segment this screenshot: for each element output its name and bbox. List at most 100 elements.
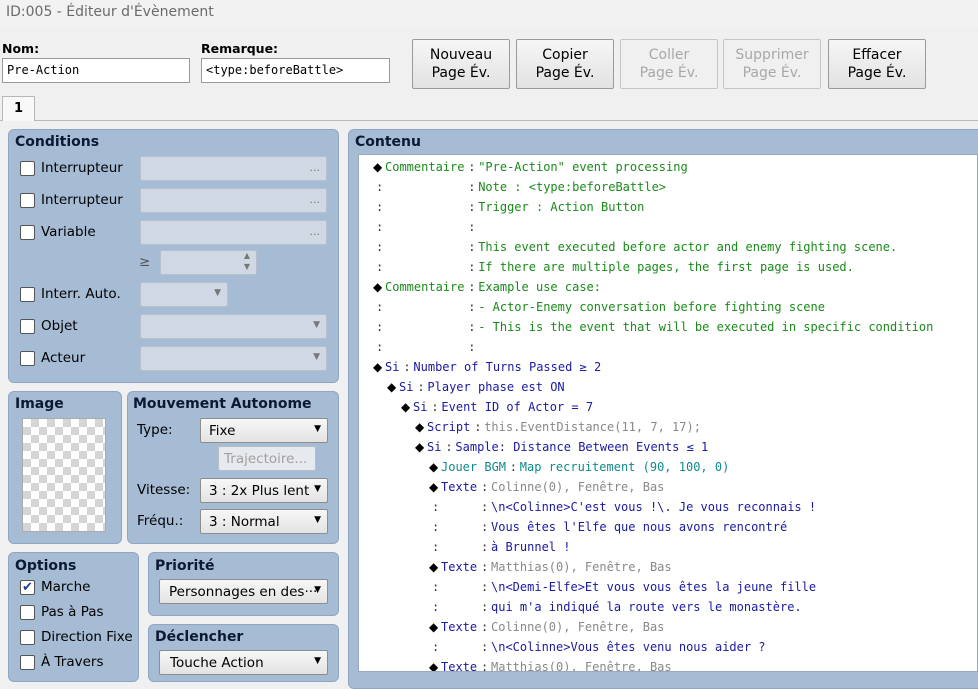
command-name: Texte xyxy=(441,480,478,494)
speed-select[interactable]: 3 : 2x Plus lent ▼ xyxy=(200,478,328,503)
switch1-label: Interrupteur xyxy=(41,160,123,176)
separator: : xyxy=(468,240,476,254)
continuation-marker: : xyxy=(432,520,440,534)
event-command-list[interactable]: ◆ Commentaire: "Pre-Action" event processi… xyxy=(358,154,978,672)
name-input[interactable]: Pre-Action xyxy=(2,58,190,83)
priority-select[interactable]: Personnages en des··· ▼ xyxy=(159,579,328,604)
switch1-checkbox[interactable] xyxy=(20,161,35,176)
frequency-label: Fréqu.: xyxy=(137,513,184,529)
continuation-marker: : xyxy=(376,300,384,314)
new-page-button[interactable]: Nouveau Page Év. xyxy=(412,39,510,89)
separator: : xyxy=(417,380,425,394)
variable-value-stepper[interactable]: ▲ ▼ xyxy=(160,250,257,275)
continuation-marker: : xyxy=(376,220,384,234)
command-text: Trigger : Action Button xyxy=(478,200,645,214)
continuation-marker: : xyxy=(376,200,384,214)
priority-value: Personnages en des··· xyxy=(169,584,318,600)
actor-checkbox[interactable] xyxy=(20,351,35,366)
command-name: Texte xyxy=(441,660,478,672)
item-select[interactable]: ▼ xyxy=(140,314,327,339)
item-checkbox[interactable] xyxy=(20,319,35,334)
stepper-up-icon[interactable]: ▲ xyxy=(244,251,250,260)
separator: : xyxy=(468,320,476,334)
chevron-down-icon: ▼ xyxy=(214,288,221,298)
diamond-bullet-icon: ◆ xyxy=(429,480,439,494)
paste-page-button[interactable]: Coller Page Év. xyxy=(620,39,718,89)
stepping-label: Pas à Pas xyxy=(41,604,104,620)
command-name: Si xyxy=(385,360,400,374)
direction-fix-checkbox[interactable] xyxy=(20,630,35,645)
continuation-marker: : xyxy=(432,500,440,514)
command-name: Commentaire xyxy=(385,160,465,174)
new-page-label-1: Nouveau xyxy=(429,47,493,63)
command-text: qui m'a indiqué la route vers le monastè… xyxy=(491,600,802,614)
separator: : xyxy=(481,520,489,534)
command-text: This event executed before actor and ene… xyxy=(478,240,898,254)
switch2-dots: ... xyxy=(309,193,321,206)
command-text: - This is the event that will be execute… xyxy=(478,320,934,334)
note-input[interactable]: <type:beforeBattle> xyxy=(201,58,390,83)
command-text: Colinne(0), Fenêtre, Bas xyxy=(491,480,665,494)
self-switch-select[interactable]: ▼ xyxy=(140,282,228,307)
command-name: Texte xyxy=(441,560,478,574)
tab-page-1[interactable]: 1 xyxy=(2,96,35,121)
frequency-value: 3 : Normal xyxy=(209,514,280,530)
command-name: Script xyxy=(427,420,471,434)
item-label: Objet xyxy=(41,318,78,334)
movement-type-value: Fixe xyxy=(209,423,236,439)
variable-label: Variable xyxy=(41,224,96,240)
diamond-bullet-icon: ◆ xyxy=(373,280,383,294)
priority-title: Priorité xyxy=(155,558,215,574)
command-name: Jouer BGM xyxy=(441,460,507,474)
clear-page-button[interactable]: Effacer Page Év. xyxy=(828,39,926,89)
variable-checkbox[interactable] xyxy=(20,225,35,240)
continuation-marker: : xyxy=(376,340,384,354)
command-name: Si xyxy=(413,400,428,414)
diamond-bullet-icon: ◆ xyxy=(429,560,439,574)
clear-page-label-2: Page Év. xyxy=(847,65,907,81)
separator: : xyxy=(481,620,489,634)
command-name: Commentaire xyxy=(385,280,465,294)
separator: : xyxy=(468,340,476,354)
self-switch-checkbox[interactable] xyxy=(20,287,35,302)
separator: : xyxy=(468,300,476,314)
variable-selector[interactable]: ... xyxy=(140,220,327,245)
switch2-checkbox[interactable] xyxy=(20,193,35,208)
switch2-selector[interactable]: ... xyxy=(140,188,327,213)
actor-select[interactable]: ▼ xyxy=(140,346,327,371)
command-text: - Actor-Enemy conversation before fighti… xyxy=(478,300,825,314)
command-text: Number of Turns Passed ≥ 2 xyxy=(413,360,602,374)
through-checkbox[interactable] xyxy=(20,655,35,670)
continuation-marker: : xyxy=(376,260,384,274)
stepping-checkbox[interactable] xyxy=(20,605,35,620)
diamond-bullet-icon: ◆ xyxy=(387,380,397,394)
separator: : xyxy=(481,480,489,494)
copy-page-button[interactable]: Copier Page Év. xyxy=(516,39,614,89)
copy-page-label-2: Page Év. xyxy=(535,65,595,81)
separator: : xyxy=(481,580,489,594)
type-label: Type: xyxy=(137,422,173,438)
stepper-down-icon[interactable]: ▼ xyxy=(244,262,250,271)
switch1-selector[interactable]: ... xyxy=(140,156,327,181)
separator: : xyxy=(509,460,518,474)
separator: : xyxy=(445,440,453,454)
chevron-down-icon: ▼ xyxy=(314,656,321,666)
separator: : xyxy=(431,400,439,414)
separator: : xyxy=(481,640,489,654)
chevron-down-icon: ▼ xyxy=(314,484,321,494)
walking-checkbox[interactable]: ✔ xyxy=(20,580,35,595)
movement-type-select[interactable]: Fixe ▼ xyxy=(200,418,328,443)
route-button[interactable]: Trajectoire... xyxy=(218,446,316,471)
trigger-select[interactable]: Touche Action ▼ xyxy=(159,650,328,675)
continuation-marker: : xyxy=(432,540,440,554)
chevron-down-icon: ▼ xyxy=(313,320,320,330)
image-title: Image xyxy=(15,396,64,412)
frequency-select[interactable]: 3 : Normal ▼ xyxy=(200,509,328,534)
gte-symbol: ≥ xyxy=(139,254,151,270)
self-switch-label: Interr. Auto. xyxy=(41,286,121,302)
event-image-preview[interactable] xyxy=(22,418,106,532)
through-label: À Travers xyxy=(41,654,104,670)
delete-page-button[interactable]: Supprimer Page Év. xyxy=(723,39,821,89)
separator: : xyxy=(468,220,476,234)
direction-fix-label: Direction Fixe xyxy=(41,629,133,645)
